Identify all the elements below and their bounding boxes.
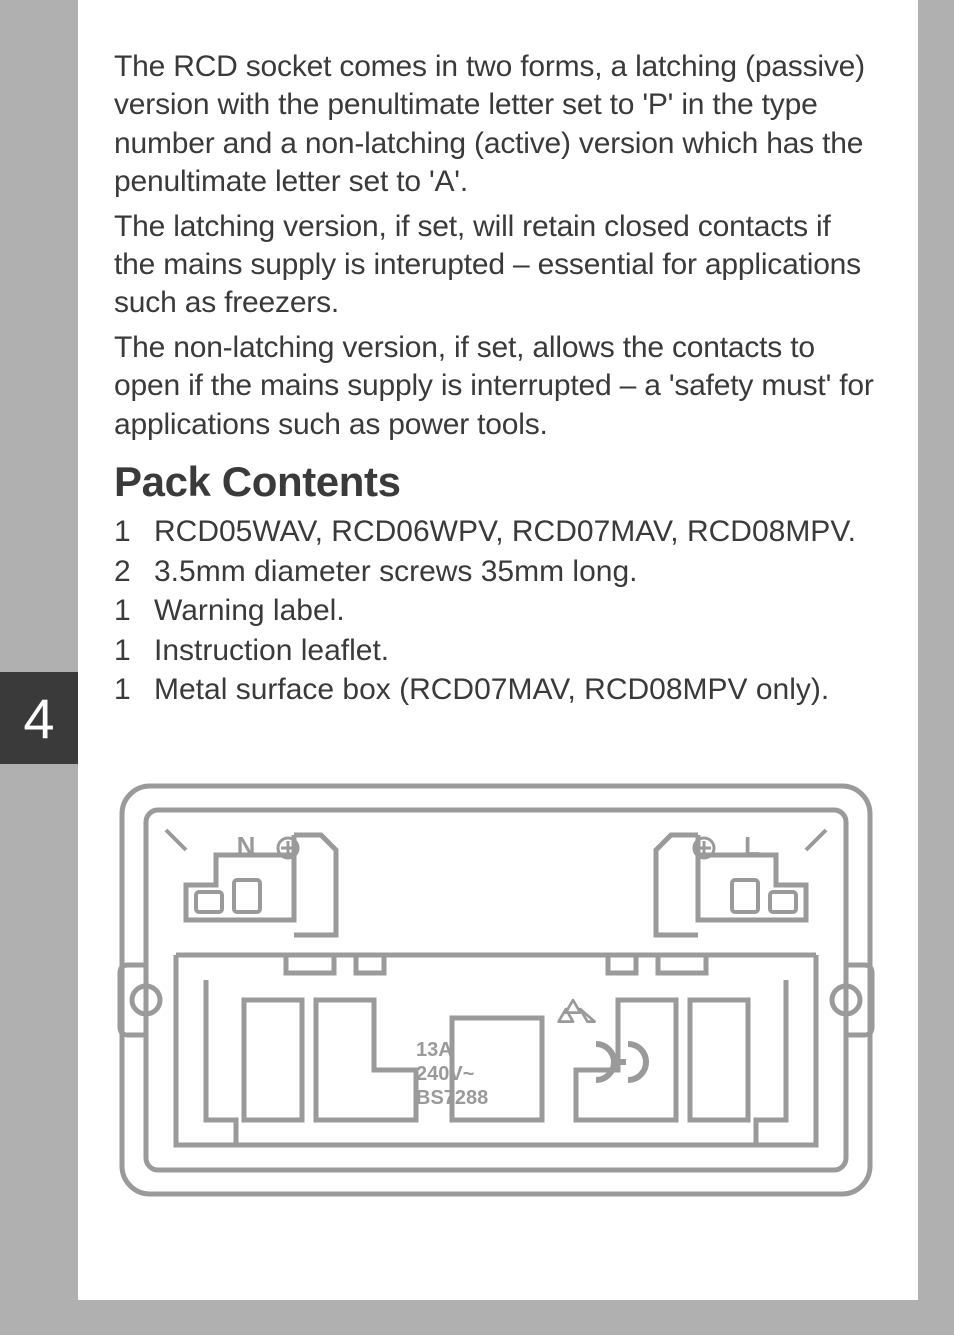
list-item-text: Metal surface box (RCD07MAV, RCD08MPV on… xyxy=(154,670,878,710)
page-card: The RCD socket comes in two forms, a lat… xyxy=(78,0,918,1300)
list-item-qty: 2 xyxy=(114,552,154,592)
terminal-block-neutral: N xyxy=(186,831,336,935)
rating-line-1: 13A xyxy=(416,1039,453,1061)
rating-line-3: BS7288 xyxy=(416,1087,488,1109)
live-label: L xyxy=(744,831,760,861)
paragraph-3: The non-latching version, if set, allows… xyxy=(114,329,878,444)
list-item: 1 Instruction leaflet. xyxy=(114,631,878,671)
list-item-qty: 1 xyxy=(114,512,154,552)
list-item: 1 RCD05WAV, RCD06WPV, RCD07MAV, RCD08MPV… xyxy=(114,512,878,552)
paragraph-1: The RCD socket comes in two forms, a lat… xyxy=(114,48,878,202)
list-item-qty: 1 xyxy=(114,670,154,710)
terminal-block-live: L xyxy=(656,831,806,935)
list-item-qty: 1 xyxy=(114,591,154,631)
page-number-tab: 4 xyxy=(0,672,78,764)
recycle-icon xyxy=(559,1000,595,1022)
socket-back-diagram: N L xyxy=(116,780,876,1200)
neutral-label: N xyxy=(237,831,256,861)
list-item: 2 3.5mm diameter screws 35mm long. xyxy=(114,552,878,592)
list-item: 1 Metal surface box (RCD07MAV, RCD08MPV … xyxy=(114,670,878,710)
rating-line-2: 240V~ xyxy=(416,1063,474,1085)
socket-diagram-container: N L xyxy=(114,780,878,1200)
pack-contents-list: 1 RCD05WAV, RCD06WPV, RCD07MAV, RCD08MPV… xyxy=(114,512,878,710)
list-item-text: 3.5mm diameter screws 35mm long. xyxy=(154,552,878,592)
list-item: 1 Warning label. xyxy=(114,591,878,631)
list-item-text: RCD05WAV, RCD06WPV, RCD07MAV, RCD08MPV. xyxy=(154,512,878,552)
paragraph-2: The latching version, if set, will retai… xyxy=(114,208,878,323)
page-number: 4 xyxy=(23,686,54,751)
list-item-qty: 1 xyxy=(114,631,154,671)
list-item-text: Warning label. xyxy=(154,591,878,631)
ce-mark-icon xyxy=(596,1044,646,1080)
list-item-text: Instruction leaflet. xyxy=(154,631,878,671)
pack-contents-heading: Pack Contents xyxy=(114,458,878,506)
